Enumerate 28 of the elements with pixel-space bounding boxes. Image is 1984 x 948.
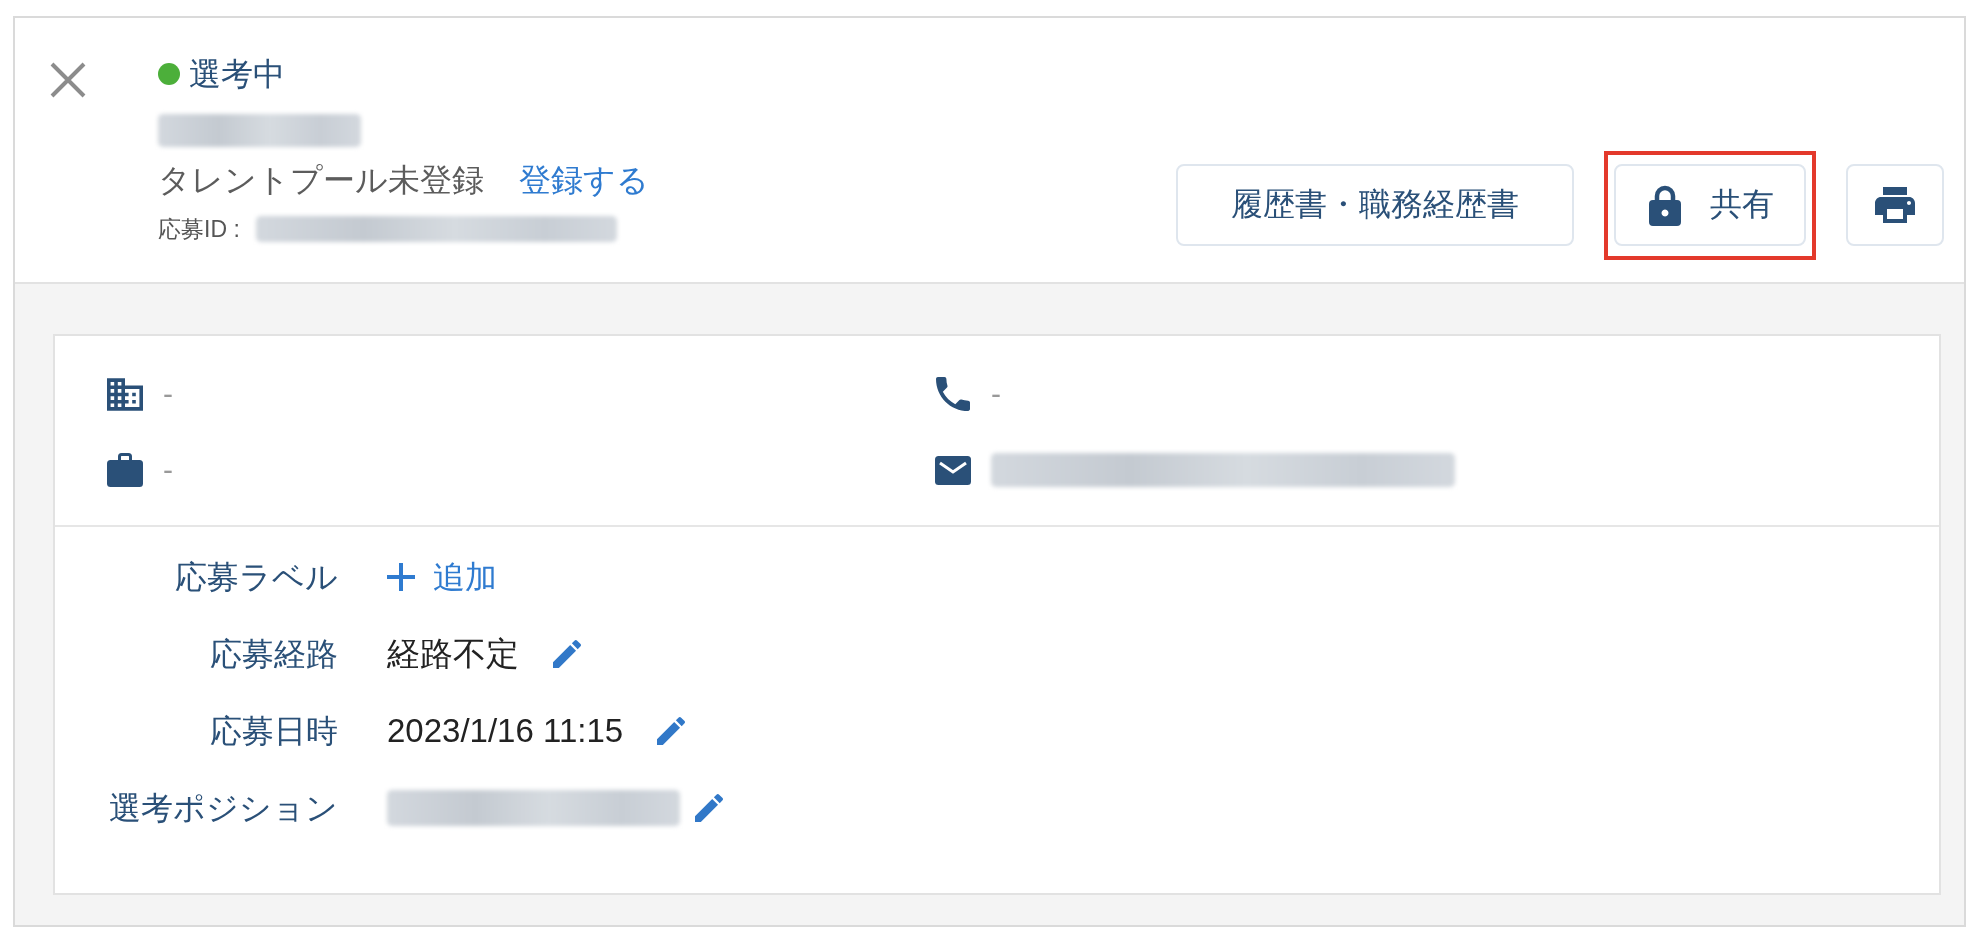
field-label: 応募日時 <box>209 712 338 751</box>
register-link[interactable]: 登録する <box>519 160 649 200</box>
contact-value: - <box>163 453 173 487</box>
print-button[interactable] <box>1846 164 1944 246</box>
plus-icon <box>387 563 415 591</box>
field-value: 経路不定 <box>387 634 519 674</box>
add-label-button[interactable]: 追加 <box>387 552 497 602</box>
pencil-icon[interactable] <box>657 717 686 745</box>
phone-icon <box>936 377 970 411</box>
field-value: 2023/1/16 11:15 <box>387 711 624 751</box>
status-label: 選考中 <box>189 55 285 94</box>
field-label: 応募経路 <box>209 635 338 674</box>
envelope-icon <box>935 455 971 485</box>
field-label: 選考ポジション <box>108 789 338 828</box>
resume-button[interactable]: 履歴書・職務経歴書 <box>1176 164 1574 246</box>
pencil-icon[interactable] <box>553 640 581 668</box>
contact-value: - <box>991 377 1001 411</box>
close-icon[interactable] <box>50 62 86 98</box>
pencil-icon[interactable] <box>695 794 723 822</box>
application-id-label: 応募ID : <box>158 215 240 244</box>
lock-icon <box>1649 184 1681 226</box>
building-icon <box>107 377 143 411</box>
contact-value: - <box>163 377 173 411</box>
share-button[interactable]: 共有 <box>1614 164 1806 246</box>
talent-pool-status: タレントプール未登録 <box>158 161 484 200</box>
field-label: 応募ラベル <box>174 558 338 597</box>
briefcase-icon <box>107 453 143 487</box>
printer-icon <box>1875 187 1915 223</box>
